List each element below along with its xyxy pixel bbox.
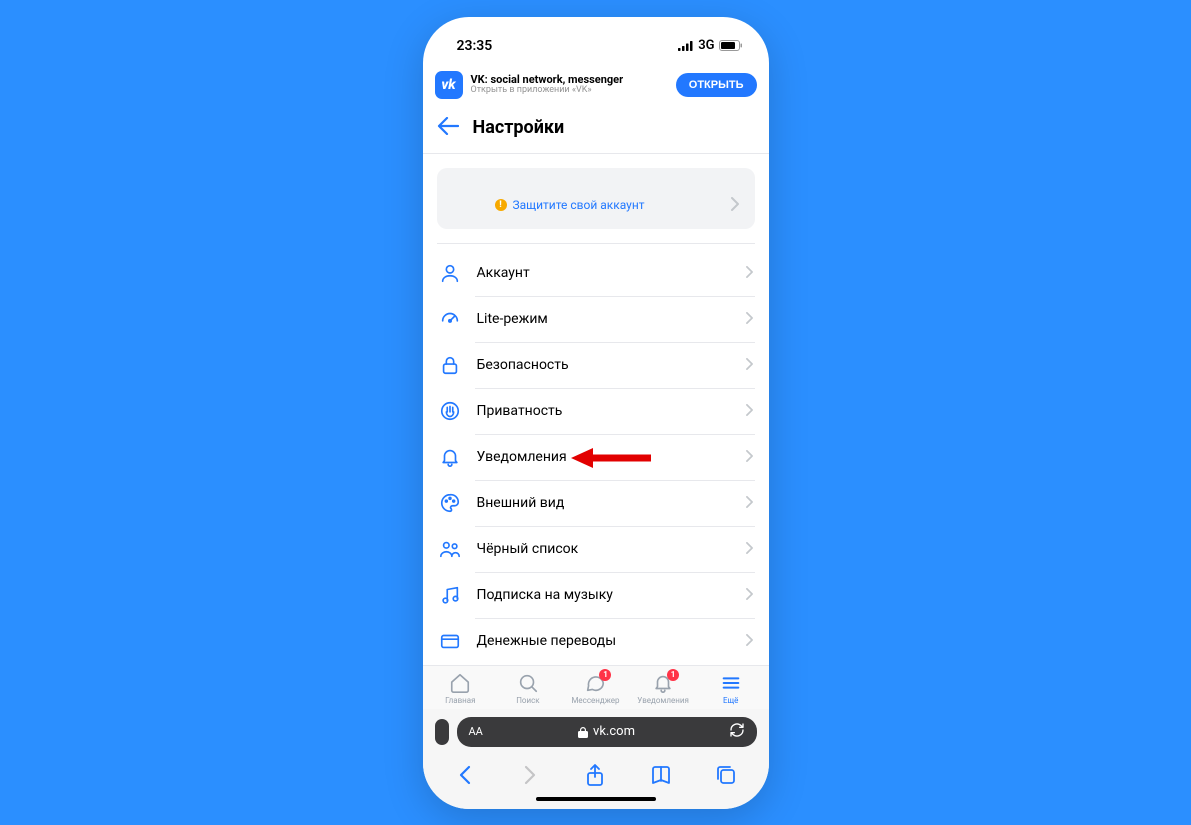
chevron-right-icon xyxy=(746,447,753,466)
back-button[interactable] xyxy=(453,763,477,787)
protect-text: Защитите свой аккаунт xyxy=(513,198,645,212)
chevron-right-icon xyxy=(731,196,739,215)
chevron-right-icon xyxy=(746,355,753,374)
chevron-right-icon xyxy=(746,493,753,512)
chevron-right-icon xyxy=(746,631,753,650)
phone-frame: 23:35 3G vk VK: social network, messenge… xyxy=(423,17,769,809)
warning-dot-icon: ! xyxy=(495,199,507,211)
menu-label: Подписка на музыку xyxy=(477,587,730,603)
page-header: Настройки xyxy=(423,109,769,154)
nav-label: Мессенджер xyxy=(571,696,619,705)
status-bar: 23:35 3G xyxy=(423,17,769,65)
menu-item-notifications[interactable]: Уведомления xyxy=(437,434,755,480)
users-icon xyxy=(439,538,461,560)
menu-label: Чёрный список xyxy=(477,541,730,557)
chevron-right-icon xyxy=(746,539,753,558)
open-app-button[interactable]: ОТКРЫТЬ xyxy=(676,73,757,97)
home-indicator xyxy=(423,791,769,809)
account-icon xyxy=(439,262,461,284)
signal-icon xyxy=(678,41,694,51)
bottom-nav: Главная Поиск 1 Мессенджер 1 Уведомления… xyxy=(423,665,769,709)
nav-messenger[interactable]: 1 Мессенджер xyxy=(563,672,627,705)
tabs-button[interactable] xyxy=(714,763,738,787)
lock-icon xyxy=(578,726,588,738)
lock-icon xyxy=(439,354,461,376)
app-subtitle: Открыть в приложении «VK» xyxy=(471,86,668,96)
menu-label: Аккаунт xyxy=(477,265,730,281)
app-title: VK: social network, messenger xyxy=(471,74,668,86)
app-banner: vk VK: social network, messenger Открыть… xyxy=(423,65,769,109)
menu-item-account[interactable]: Аккаунт xyxy=(437,250,755,296)
home-bar[interactable] xyxy=(536,797,656,801)
card-icon xyxy=(439,630,461,652)
menu-label: Уведомления xyxy=(477,449,730,465)
app-banner-text: VK: social network, messenger Открыть в … xyxy=(471,74,668,96)
menu-item-payments[interactable]: Денежные переводы xyxy=(437,618,755,664)
badge: 1 xyxy=(667,669,679,681)
protect-account-card[interactable]: ! Защитите свой аккаунт xyxy=(437,168,755,229)
badge: 1 xyxy=(599,669,611,681)
network-label: 3G xyxy=(698,38,714,53)
safari-url-bar: AA vk.com xyxy=(423,709,769,755)
back-arrow-icon[interactable] xyxy=(437,117,459,139)
menu-item-appearance[interactable]: Внешний вид xyxy=(437,480,755,526)
menu-item-lite[interactable]: Lite-режим xyxy=(437,296,755,342)
settings-content: ! Защитите свой аккаунт Аккаунт Lite-реж… xyxy=(423,154,769,665)
speedometer-icon xyxy=(439,308,461,330)
safari-toolbar xyxy=(423,755,769,791)
nav-label: Ещё xyxy=(723,696,738,705)
menu-icon xyxy=(720,672,742,694)
music-icon xyxy=(439,584,461,606)
menu-label: Денежные переводы xyxy=(477,633,730,649)
home-icon xyxy=(449,672,471,694)
chevron-right-icon xyxy=(746,585,753,604)
menu-item-privacy[interactable]: Приватность xyxy=(437,388,755,434)
forward-button[interactable] xyxy=(518,763,542,787)
menu-item-blacklist[interactable]: Чёрный список xyxy=(437,526,755,572)
menu-label: Внешний вид xyxy=(477,495,730,511)
bookmarks-button[interactable] xyxy=(649,763,673,787)
chevron-right-icon xyxy=(746,401,753,420)
status-right: 3G xyxy=(678,38,742,53)
nav-home[interactable]: Главная xyxy=(428,672,492,705)
chevron-right-icon xyxy=(746,309,753,328)
nav-label: Уведомления xyxy=(637,696,689,705)
divider xyxy=(437,243,755,244)
menu-label: Безопасность xyxy=(477,357,730,373)
url-pill[interactable]: AA vk.com xyxy=(457,717,757,747)
search-icon xyxy=(517,672,539,694)
share-button[interactable] xyxy=(583,763,607,787)
menu-item-music[interactable]: Подписка на музыку xyxy=(437,572,755,618)
menu-label: Lite-режим xyxy=(477,311,730,327)
status-time: 23:35 xyxy=(457,38,493,54)
nav-more[interactable]: Ещё xyxy=(699,672,763,705)
page-title: Настройки xyxy=(473,117,565,138)
chevron-right-icon xyxy=(746,263,753,282)
vk-logo-icon: vk xyxy=(435,71,463,99)
palette-icon xyxy=(439,492,461,514)
hand-icon xyxy=(439,400,461,422)
bell-icon xyxy=(439,446,461,468)
settings-menu: Аккаунт Lite-режим Безопасность Приватно… xyxy=(437,250,755,664)
site-settings-button[interactable] xyxy=(435,719,449,745)
menu-item-security[interactable]: Безопасность xyxy=(437,342,755,388)
nav-notifications[interactable]: 1 Уведомления xyxy=(631,672,695,705)
url-domain: vk.com xyxy=(593,724,635,739)
menu-label: Приватность xyxy=(477,403,730,419)
battery-icon xyxy=(719,40,743,51)
nav-label: Поиск xyxy=(516,696,539,705)
nav-search[interactable]: Поиск xyxy=(496,672,560,705)
nav-label: Главная xyxy=(445,696,475,705)
